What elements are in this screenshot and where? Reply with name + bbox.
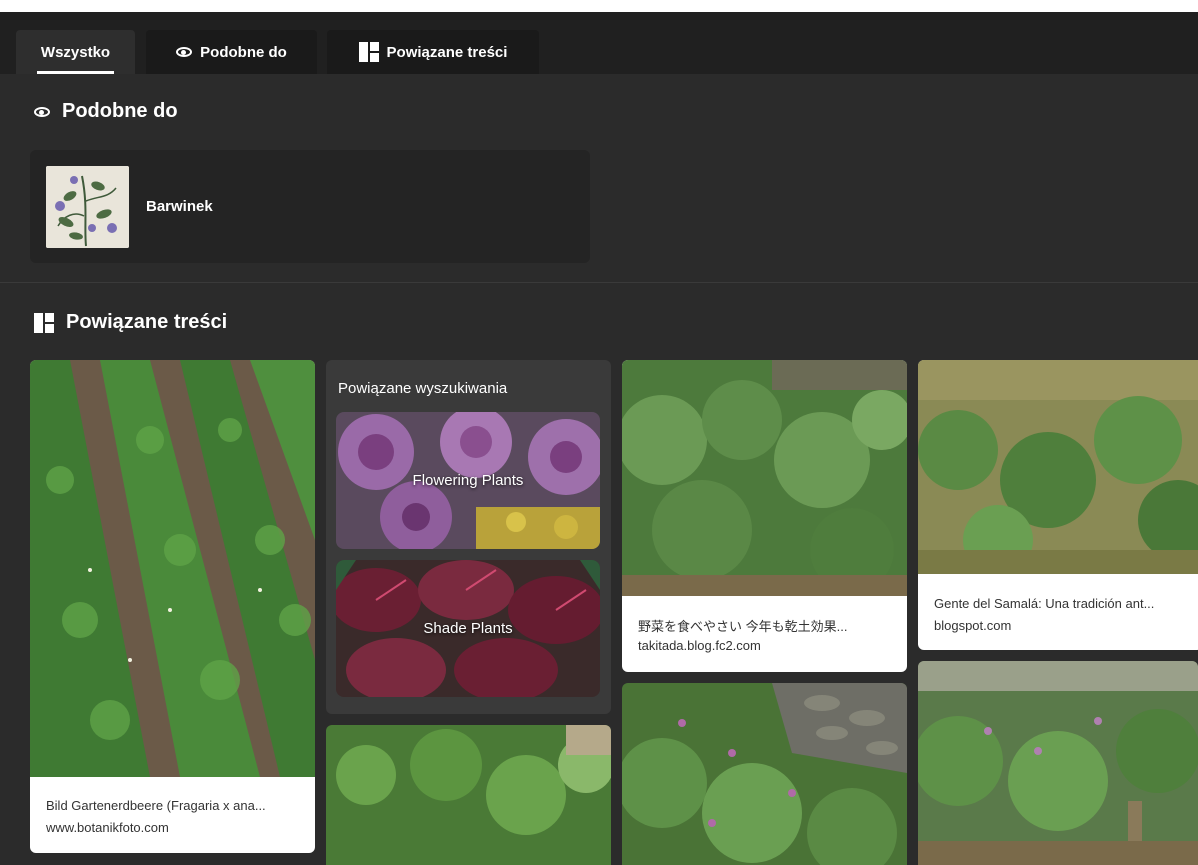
related-card-image-col3[interactable]: [622, 683, 907, 865]
related-card-vegetables[interactable]: 野菜を食べやさい 今年も乾土効果... takitada.blog.fc2.co…: [622, 360, 907, 672]
grid-icon: [34, 312, 54, 333]
section-title-related: Powiązane treści: [34, 311, 227, 334]
top-white-strip: [0, 0, 1198, 12]
search-tile-label: Flowering Plants: [412, 472, 524, 489]
search-tile-flowering-plants[interactable]: Flowering Plants: [336, 412, 600, 549]
card-title: Gente del Samalá: Una tradición ant...: [934, 596, 1155, 611]
search-tile-shade-plants[interactable]: Shade Plants: [336, 560, 600, 697]
similar-item-thumbnail: [46, 166, 129, 248]
section-divider: [0, 282, 1198, 283]
section-title-similar: Podobne do: [34, 100, 178, 123]
tab-powiazane-tresci[interactable]: Powiązane treści: [327, 30, 539, 74]
card-source: blogspot.com: [934, 618, 1012, 633]
card-image: [622, 360, 907, 596]
tab-wszystko[interactable]: Wszystko: [16, 30, 135, 74]
related-searches-title: Powiązane wyszukiwania: [338, 380, 508, 397]
tab-strip: Wszystko Podobne do Powiązane treści: [0, 12, 1198, 74]
related-card-image-col4[interactable]: [918, 661, 1198, 865]
eye-icon: [34, 106, 50, 117]
similar-item-card[interactable]: Barwinek: [30, 150, 590, 263]
grid-icon: [358, 42, 379, 62]
tab-label: Podobne do: [200, 43, 287, 61]
tab-label: Powiązane treści: [386, 43, 508, 61]
section-title-text: Podobne do: [62, 100, 178, 122]
similar-item-label: Barwinek: [146, 198, 213, 215]
related-card-image-col2[interactable]: [326, 725, 611, 865]
card-source: www.botanikfoto.com: [46, 820, 169, 835]
card-source: takitada.blog.fc2.com: [638, 638, 761, 653]
related-card-strawberry[interactable]: Bild Gartenerdbeere (Fragaria x ana... w…: [30, 360, 315, 853]
section-title-text: Powiązane treści: [66, 311, 228, 333]
eye-icon: [176, 47, 193, 57]
card-title: Bild Gartenerdbeere (Fragaria x ana...: [46, 798, 266, 813]
related-card-samala[interactable]: Gente del Samalá: Una tradición ant... b…: [918, 360, 1198, 650]
tab-label: Wszystko: [40, 43, 111, 61]
search-tile-label: Shade Plants: [423, 620, 513, 637]
tab-podobne-do[interactable]: Podobne do: [146, 30, 317, 74]
card-image: [30, 360, 315, 777]
related-searches-box: Powiązane wyszukiwania Flowering Plants: [326, 360, 611, 714]
card-image: [918, 360, 1198, 575]
card-title: 野菜を食べやさい 今年も乾土効果...: [638, 619, 848, 634]
